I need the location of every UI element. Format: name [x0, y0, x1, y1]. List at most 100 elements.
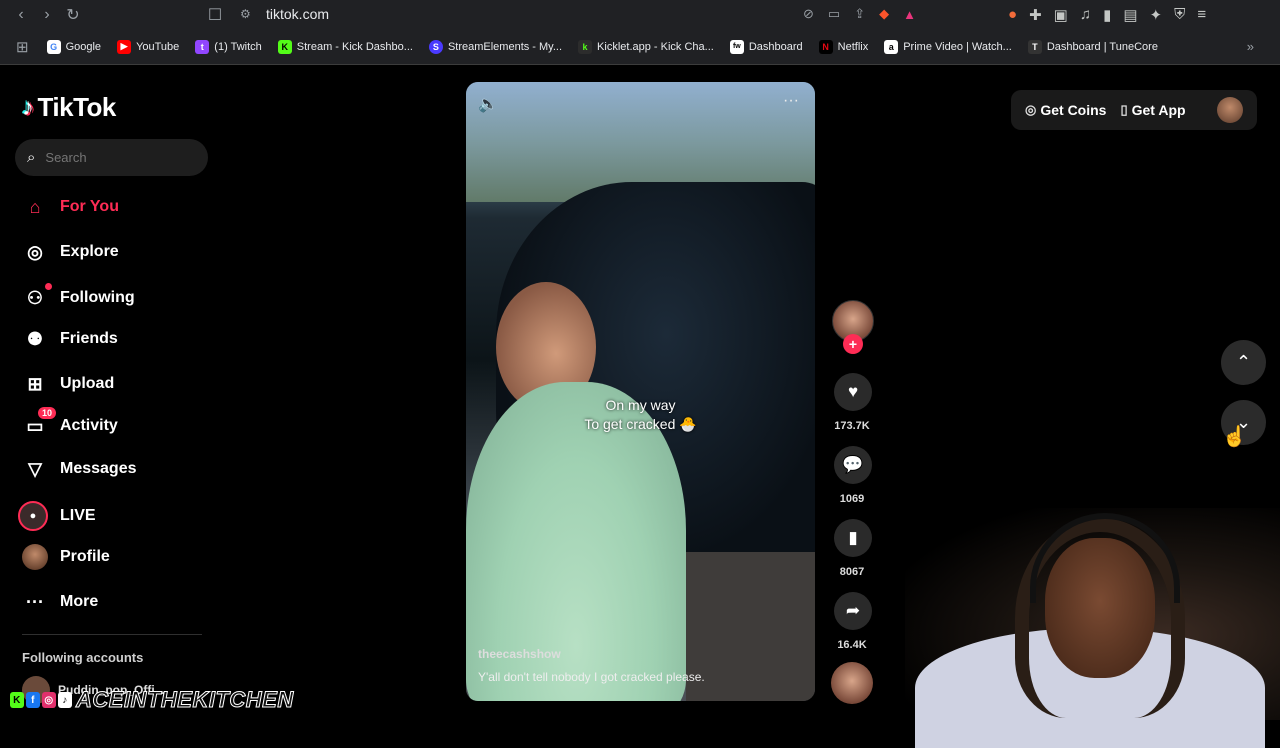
wallet-icon[interactable]: ▤: [1123, 6, 1137, 24]
activity-badge: 10: [37, 407, 56, 419]
bookmark-label: Stream - Kick Dashbo...: [296, 40, 413, 53]
nav-following[interactable]: ⚇ Following: [22, 283, 135, 311]
comment-button[interactable]: 💬: [834, 446, 872, 484]
streamer-name: ACEINTHEKITCHEN: [76, 687, 294, 713]
video-author[interactable]: theecashshow: [478, 647, 561, 661]
bookmark-kicklet[interactable]: k Kicklet.app - Kick Cha...: [578, 39, 714, 54]
more-options-icon[interactable]: ···: [783, 92, 799, 110]
sidebar-toggle-icon[interactable]: ▮: [1103, 6, 1111, 24]
bookmark-label: Netflix: [837, 40, 869, 53]
more-bookmarks-icon[interactable]: »: [1247, 39, 1254, 54]
extensions-bar: ● ✚ ▣ ♫ ▮ ▤ ✦ ⛨ ≡: [1008, 0, 1206, 29]
more-icon: ···: [26, 591, 44, 612]
amazon-icon: a: [884, 39, 899, 54]
music-icon[interactable]: ♫: [1080, 6, 1091, 23]
screenshot-icon[interactable]: ▣: [1054, 6, 1068, 24]
tiktok-note-icon: ♪: [22, 93, 34, 121]
site-info-icon[interactable]: ⚙: [240, 7, 256, 21]
menu-icon[interactable]: ≡: [1197, 6, 1206, 23]
apps-grid-icon[interactable]: ⊞: [16, 38, 29, 56]
nav-label: Activity: [60, 417, 118, 434]
tiktok-logo[interactable]: ♪ TikTok: [22, 92, 116, 123]
address-bar[interactable]: ⚙ tiktok.com ⊘ ▭ ⇪ ◆ ▲: [240, 2, 930, 26]
nav-upload[interactable]: ⊞ Upload: [22, 371, 114, 397]
search-box[interactable]: ⌕: [15, 139, 208, 176]
address-bar-actions: ⊘ ▭ ⇪ ◆ ▲: [803, 2, 930, 26]
search-icon: ⌕: [27, 149, 36, 166]
netflix-icon: N: [818, 39, 833, 54]
nav-messages[interactable]: ▽ Messages: [22, 456, 136, 482]
nav-label: Following: [60, 289, 135, 306]
previous-video-button[interactable]: ⌃: [1221, 340, 1266, 385]
cast-icon[interactable]: ▭: [828, 6, 840, 22]
chevron-up-icon: ⌃: [1235, 352, 1252, 372]
bookmark-prime-video[interactable]: a Prime Video | Watch...: [884, 39, 1012, 54]
nav-label: Friends: [60, 330, 118, 347]
video-player[interactable]: 🔈 ··· On my way To get cracked 🐣 theecas…: [466, 82, 815, 701]
caption-line: To get cracked 🐣: [584, 416, 697, 432]
get-app-button[interactable]: ▯ Get App: [1120, 102, 1185, 118]
user-avatar[interactable]: [1217, 97, 1243, 123]
bookmark-tunecore[interactable]: T Dashboard | TuneCore: [1027, 39, 1158, 54]
bookmark-dashboard[interactable]: fw Dashboard: [729, 39, 803, 54]
search-input[interactable]: [45, 150, 186, 165]
forward-icon[interactable]: ›: [34, 2, 60, 28]
no-tracking-icon[interactable]: ⊘: [803, 6, 814, 22]
streamelements-icon: S: [428, 39, 443, 54]
nav-more[interactable]: ··· More: [22, 589, 98, 615]
puzzle-icon[interactable]: ✚: [1029, 6, 1042, 24]
nav-activity[interactable]: ▭ 10 Activity: [22, 407, 118, 439]
like-button[interactable]: ♥: [834, 373, 872, 411]
get-coins-label: Get Coins: [1040, 102, 1107, 118]
like-count: 173.7K: [834, 420, 870, 432]
compass-icon: ◎: [27, 241, 43, 262]
video-ground: [686, 552, 815, 701]
nav-profile[interactable]: Profile: [22, 544, 110, 570]
vpn-icon[interactable]: ⛨: [1174, 6, 1185, 23]
bookmark-kick-dashboard[interactable]: K Stream - Kick Dashbo...: [277, 39, 413, 54]
brave-rewards-icon[interactable]: ▲: [903, 7, 916, 22]
caption-line: On my way: [605, 397, 676, 413]
bookmark-label: Google: [65, 40, 102, 53]
get-app-label: Get App: [1131, 102, 1186, 118]
volume-icon[interactable]: 🔈: [478, 94, 498, 114]
brave-shield-icon[interactable]: ◆: [879, 6, 889, 22]
follow-plus-icon[interactable]: +: [843, 334, 863, 354]
sound-avatar[interactable]: [831, 662, 873, 704]
notification-dot: [45, 283, 52, 290]
kick-icon: K: [277, 39, 292, 54]
bookmark-streamelements[interactable]: S StreamElements - My...: [428, 39, 562, 54]
nav-live[interactable]: ● LIVE: [18, 501, 96, 531]
comment-icon: 💬: [842, 455, 864, 474]
bookmark-youtube[interactable]: ▶ YouTube: [117, 39, 179, 54]
get-coins-button[interactable]: ◎ Get Coins: [1025, 102, 1106, 118]
bookmark-netflix[interactable]: N Netflix: [818, 39, 869, 54]
bookmark-icon[interactable]: ☐: [202, 2, 228, 28]
bookmark-twitch[interactable]: t (1) Twitch: [195, 39, 262, 54]
tiktok-sidebar: ♪ TikTok ⌕ ⌂ For You ◎ Explore ⚇ Followi…: [0, 66, 230, 720]
bookmark-label: Dashboard | TuneCore: [1046, 40, 1158, 53]
save-button[interactable]: ▮: [834, 519, 872, 557]
nav-explore[interactable]: ◎ Explore: [22, 239, 119, 265]
nav-label: LIVE: [60, 507, 96, 524]
tiktok-social-icon: ♪: [58, 692, 72, 708]
video-caption: On my way To get cracked 🐣: [466, 396, 815, 434]
save-count: 8067: [839, 566, 865, 578]
reload-icon[interactable]: ↻: [60, 2, 86, 28]
mouse-cursor: ☝: [1222, 426, 1247, 448]
social-icons: K f ◎ ♪: [10, 692, 72, 708]
leo-icon[interactable]: ✦: [1150, 6, 1163, 24]
headset: [1030, 513, 1180, 603]
url-text: tiktok.com: [266, 6, 330, 22]
share-button[interactable]: ➦: [834, 592, 872, 630]
upload-icon: ⊞: [27, 373, 43, 394]
bookmark-google[interactable]: G Google: [46, 39, 102, 54]
share-icon[interactable]: ⇪: [854, 6, 865, 22]
nav-for-you[interactable]: ⌂ For You: [22, 194, 119, 220]
webcam-overlay: [905, 508, 1280, 748]
friends-icon: ⚉: [26, 328, 44, 349]
extension-icon[interactable]: ●: [1008, 6, 1017, 23]
nav-friends[interactable]: ⚉ Friends: [22, 326, 118, 352]
nav-label: For You: [60, 198, 119, 215]
back-icon[interactable]: ‹: [8, 2, 34, 28]
